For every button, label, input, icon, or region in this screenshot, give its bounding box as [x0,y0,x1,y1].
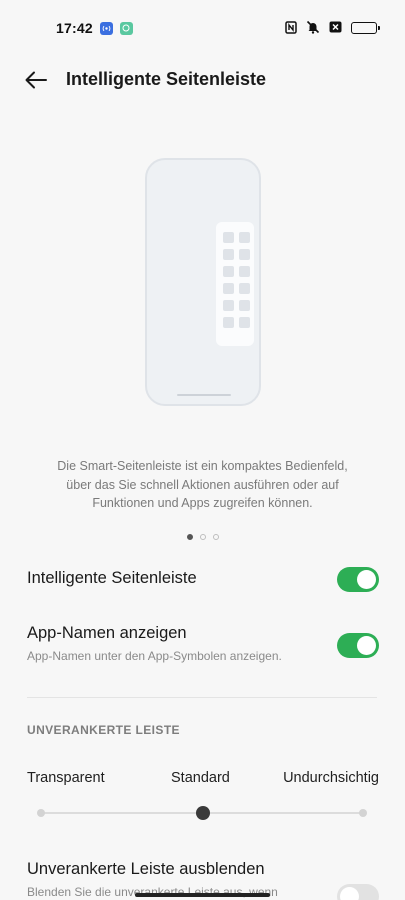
arrow-left-icon [25,71,47,89]
mute-icon [306,20,320,36]
gesture-bar[interactable] [135,893,270,897]
header: Intelligente Seitenleiste [0,56,405,104]
setting-title: Intelligente Seitenleiste [27,569,197,587]
smart-sidebar-setting[interactable]: Intelligente Seitenleiste [27,566,379,594]
status-bar: 17:42 [0,0,405,56]
opacity-slider[interactable] [37,806,367,820]
green-app-icon [119,21,133,35]
page-dot[interactable] [199,534,206,540]
page-dot[interactable] [186,534,193,540]
hide-floating-bar-toggle[interactable] [337,884,379,900]
wireless-app-icon [99,21,113,35]
status-icons [285,20,380,36]
home-indicator-illustration [177,393,231,396]
setting-subtitle: App-Namen unter den App-Symbolen anzeige… [27,649,282,663]
slider-thumb[interactable] [195,806,210,820]
page-indicator [0,534,405,540]
sim-icon [329,21,342,35]
divider [27,697,377,698]
opacity-labels: Transparent Standard Undurchsichtig [27,770,379,790]
nfc-icon [285,20,297,36]
page-dot[interactable] [212,534,219,540]
status-time: 17:42 [56,20,93,36]
back-button[interactable] [22,66,50,94]
slider-tick[interactable] [359,809,367,817]
feature-description: Die Smart-Seitenleiste ist ein kompaktes… [57,459,348,510]
battery-icon [351,22,380,34]
smart-sidebar-toggle[interactable] [337,567,379,592]
page-title: Intelligente Seitenleiste [66,69,267,89]
slider-tick[interactable] [37,809,45,817]
opacity-label-standard: Standard [171,770,230,786]
show-app-names-toggle[interactable] [337,633,379,658]
section-header: UNVERANKERTE LEISTE [27,723,180,737]
setting-title: Unverankerte Leiste ausblenden [27,860,265,878]
opacity-label-opaque: Undurchsichtig [283,770,379,786]
show-app-names-setting[interactable]: App-Namen anzeigen App-Namen unter den A… [27,624,379,672]
setting-title: App-Namen anzeigen [27,624,187,642]
sidebar-illustration [145,158,261,406]
sidebar-panel-illustration [216,222,254,346]
opacity-label-transparent: Transparent [27,770,105,786]
